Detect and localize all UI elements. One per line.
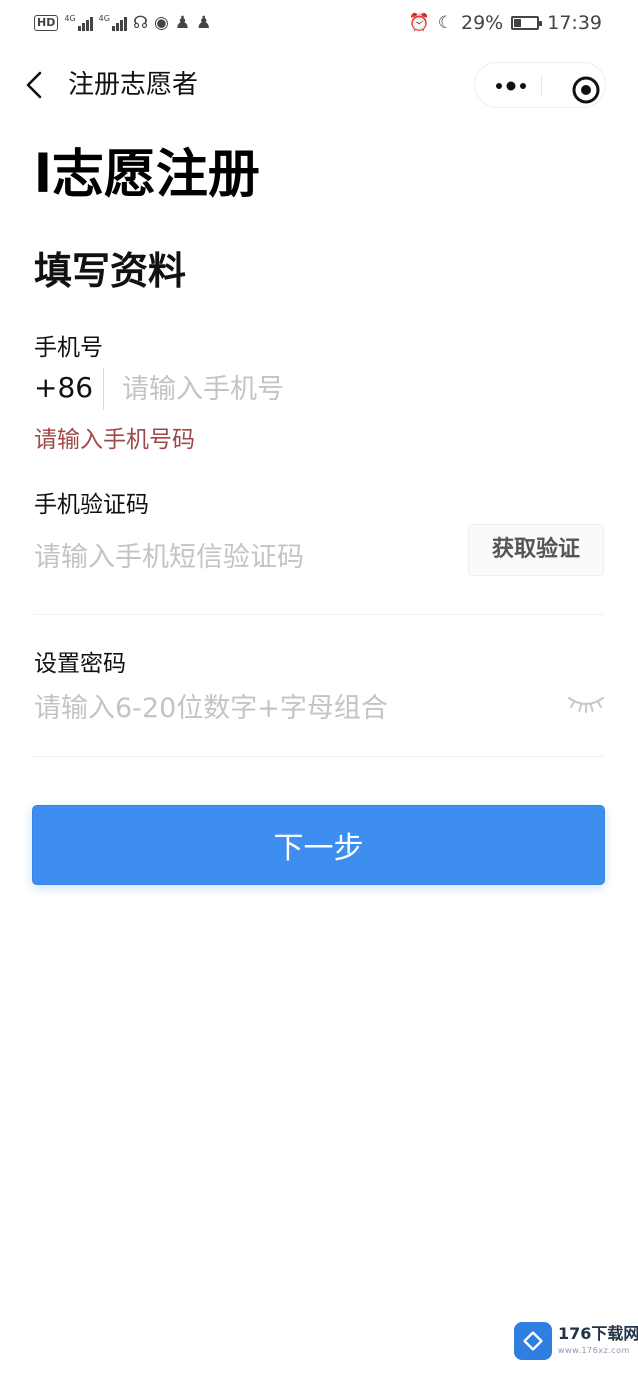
- phone-input[interactable]: [122, 370, 592, 408]
- signal-icon: 4G: [64, 14, 93, 31]
- app-notification-icon: ◉: [154, 13, 169, 33]
- signal-tag: 4G: [64, 14, 76, 23]
- moon-icon: ☾: [437, 13, 453, 33]
- headphones-icon: ☊: [132, 13, 149, 33]
- phone-error: 请输入手机号码: [34, 427, 195, 453]
- section-title: 填写资料: [34, 249, 187, 293]
- site-watermark: 176下载网 www.176xz.com: [512, 1320, 638, 1364]
- phone-separator: [103, 368, 104, 410]
- country-code: +86: [34, 371, 94, 404]
- watermark-brand: 176下载网: [558, 1324, 638, 1343]
- battery-percent: 29%: [461, 12, 504, 34]
- watermark-url: www.176xz.com: [558, 1346, 630, 1355]
- password-label: 设置密码: [34, 651, 126, 677]
- status-bar-left: HD 4G 4G ☊ ◉ ♟ ♟: [34, 10, 211, 36]
- sms-code-input[interactable]: [34, 537, 454, 577]
- mini-program-capsule: [474, 62, 606, 108]
- signal-tag: 4G: [98, 14, 110, 23]
- page-title: l志愿注册: [34, 145, 260, 205]
- box-logo-icon: [514, 1322, 552, 1360]
- battery-icon: [511, 16, 543, 30]
- qq-icon: ♟: [196, 13, 212, 33]
- phone-label: 手机号: [34, 335, 103, 361]
- eye-closed-icon[interactable]: [566, 694, 606, 714]
- code-label: 手机验证码: [34, 492, 149, 518]
- more-dots-icon[interactable]: [491, 75, 531, 97]
- capsule-divider: [541, 75, 542, 97]
- code-divider: [34, 614, 604, 615]
- status-bar-right: ⏰ ☾ 29% 17:39: [409, 10, 602, 36]
- next-step-button[interactable]: 下一步: [32, 805, 605, 885]
- clock: 17:39: [547, 12, 602, 34]
- nav-bar: 注册志愿者: [0, 56, 638, 114]
- hd-badge: HD: [34, 15, 59, 31]
- target-close-icon[interactable]: [571, 75, 601, 105]
- signal-icon: 4G: [99, 15, 127, 31]
- password-divider: [34, 756, 604, 757]
- alarm-icon: ⏰: [408, 13, 430, 33]
- chevron-left-icon[interactable]: [22, 70, 50, 100]
- get-code-button[interactable]: 获取验证: [468, 524, 604, 576]
- status-bar: HD 4G 4G ☊ ◉ ♟ ♟ ⏰ ☾ 29% 17:39: [0, 0, 638, 46]
- nav-title: 注册志愿者: [68, 70, 199, 100]
- phone-row: +86: [34, 366, 604, 412]
- password-input[interactable]: [34, 688, 554, 728]
- qq-icon: ♟: [174, 13, 191, 33]
